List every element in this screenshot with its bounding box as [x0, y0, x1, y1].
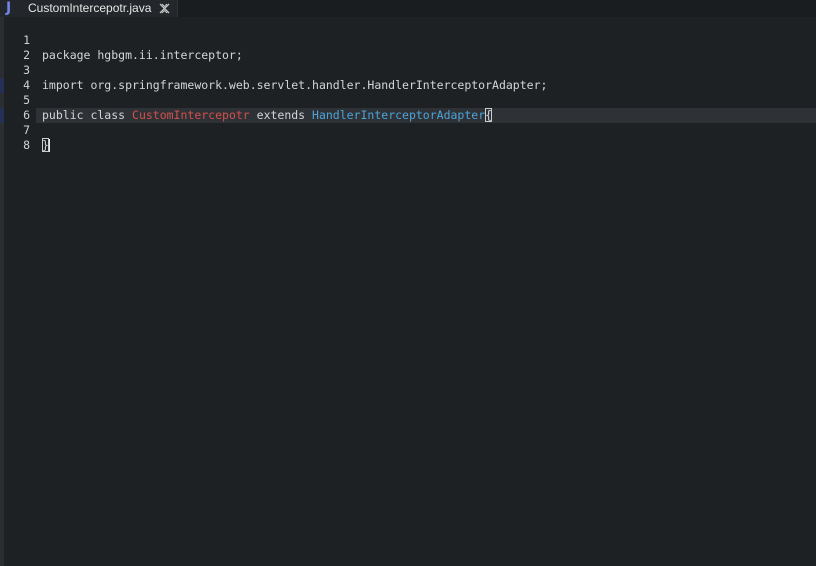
code-line[interactable]: 2: [0, 33, 30, 62]
code-line[interactable]: 7 }: [0, 108, 50, 152]
line-number: 8: [23, 138, 30, 152]
code-line[interactable]: 8: [0, 123, 30, 152]
code-text: import org.springframework.web.servlet.h…: [42, 78, 547, 93]
code-line[interactable]: 3 import org.springframework.web.servlet…: [0, 48, 547, 92]
text-cursor: [48, 139, 50, 152]
java-file-icon: J: [6, 0, 12, 16]
code-token: public class: [42, 108, 133, 122]
code-line[interactable]: 6: [0, 93, 30, 122]
code-text: public class CustomIntercepotr extends H…: [42, 108, 493, 123]
code-line[interactable]: 1 package hgbgm.ii.interceptor;: [0, 18, 243, 62]
matching-brace: }: [42, 138, 49, 152]
close-icon[interactable]: [158, 3, 170, 15]
class-name-token: CustomIntercepotr: [132, 108, 250, 122]
code-token: extends: [249, 108, 313, 122]
superclass-token: HandlerInterceptorAdapter: [312, 108, 486, 122]
tab-custom-intercepotr-java[interactable]: J CustomIntercepotr.java: [0, 0, 178, 17]
code-line[interactable]: 5 public class CustomIntercepotr extends…: [0, 78, 493, 122]
code-text: package hgbgm.ii.interceptor;: [42, 48, 243, 63]
tab-label: CustomIntercepotr.java: [28, 1, 152, 15]
editor-tab-bar: J CustomIntercepotr.java: [0, 0, 816, 17]
code-line[interactable]: 4: [0, 63, 30, 92]
code-token: import org.springframework.web.servlet.h…: [42, 78, 548, 92]
matching-brace: {: [485, 108, 493, 122]
code-editor[interactable]: 1 package hgbgm.ii.interceptor; 2 3 impo…: [0, 17, 816, 566]
code-token: package hgbgm.ii.interceptor;: [42, 48, 243, 62]
code-text: }: [42, 138, 50, 153]
